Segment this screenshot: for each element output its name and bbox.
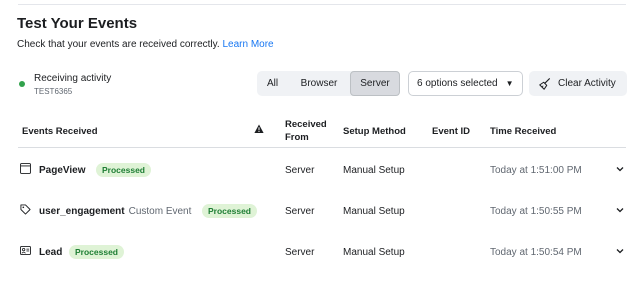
status-badge: Processed [96, 163, 151, 177]
header-received-from: Received From [285, 119, 327, 143]
clear-activity-label: Clear Activity [558, 78, 616, 89]
header-events-received: Events Received [22, 126, 98, 137]
caret-down-icon: ▼ [505, 79, 514, 88]
dropdown-label: 6 options selected [417, 78, 498, 89]
event-name: Lead [39, 247, 63, 258]
event-name: PageView [39, 165, 86, 176]
event-name-text: user_engagement [39, 206, 125, 217]
header-time-received: Time Received [490, 126, 557, 137]
status-badge: Processed [69, 245, 124, 259]
subtitle-text: Check that your events are received corr… [17, 39, 220, 50]
status-badge: Processed [202, 204, 257, 218]
tab-all[interactable]: All [257, 71, 288, 96]
status-label: Receiving activity [34, 73, 112, 84]
table-row[interactable]: PageView Processed Server Manual Setup T… [18, 161, 626, 181]
warning-icon [254, 124, 264, 137]
table-header: Events Received Received From Setup Meth… [18, 117, 626, 148]
source-filter-tabs: All Browser Server [257, 71, 400, 96]
event-name: user_engagement Custom Event [39, 206, 191, 217]
time-received-cell: Today at 1:51:00 PM [490, 165, 582, 176]
learn-more-link[interactable]: Learn More [222, 39, 273, 50]
page-icon [20, 163, 31, 174]
time-received-cell: Today at 1:50:54 PM [490, 247, 582, 258]
table-row[interactable]: user_engagement Custom Event Processed Se… [18, 202, 626, 222]
received-from-cell: Server [285, 247, 315, 258]
event-options-dropdown[interactable]: 6 options selected ▼ [408, 71, 523, 96]
test-event-code: TEST6365 [34, 87, 73, 96]
header-event-id: Event ID [432, 126, 471, 137]
chevron-down-icon[interactable] [615, 205, 625, 215]
table-row[interactable]: Lead Processed Server Manual Setup Today… [18, 243, 626, 263]
contact-card-icon [20, 246, 31, 255]
header-setup-method: Setup Method [343, 126, 406, 137]
top-divider [18, 4, 626, 5]
received-from-cell: Server [285, 165, 315, 176]
page-subtitle: Check that your events are received corr… [17, 39, 274, 50]
setup-method-cell: Manual Setup [343, 247, 405, 258]
tab-browser[interactable]: Browser [288, 71, 350, 96]
setup-method-cell: Manual Setup [343, 165, 405, 176]
chevron-down-icon[interactable] [615, 246, 625, 256]
chevron-down-icon[interactable] [615, 164, 625, 174]
received-from-cell: Server [285, 206, 315, 217]
time-received-cell: Today at 1:50:55 PM [490, 206, 582, 217]
setup-method-cell: Manual Setup [343, 206, 405, 217]
event-type: Custom Event [128, 206, 192, 217]
clear-activity-button[interactable]: Clear Activity [529, 71, 627, 96]
broom-icon [539, 77, 550, 90]
status-dot-icon [19, 81, 25, 87]
tag-icon [20, 204, 31, 215]
tab-server[interactable]: Server [350, 71, 400, 96]
page-title: Test Your Events [17, 15, 138, 32]
